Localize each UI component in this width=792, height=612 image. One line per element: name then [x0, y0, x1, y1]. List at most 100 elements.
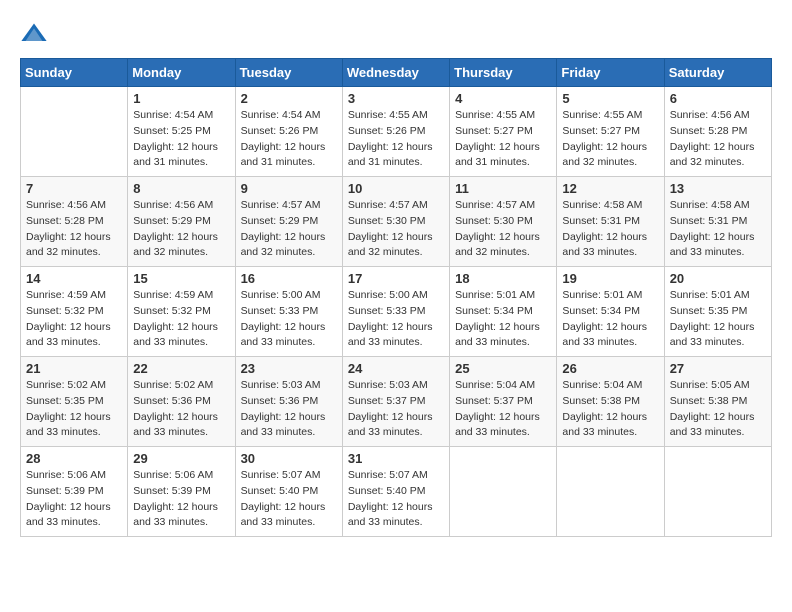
week-row-5: 28 Sunrise: 5:06 AM Sunset: 5:39 PM Dayli…	[21, 447, 772, 537]
day-number: 28	[26, 451, 122, 466]
week-row-3: 14Sunrise: 4:59 AM Sunset: 5:32 PM Dayli…	[21, 267, 772, 357]
day-info: Sunrise: 5:02 AM Sunset: 5:36 PM Dayligh…	[133, 378, 229, 441]
day-info: Sunrise: 5:04 AM Sunset: 5:38 PM Dayligh…	[562, 378, 658, 441]
calendar-cell	[557, 447, 664, 537]
day-header-tuesday: Tuesday	[235, 59, 342, 87]
week-row-2: 7 Sunrise: 4:56 AM Sunset: 5:28 PM Daylig…	[21, 177, 772, 267]
calendar-cell: 17Sunrise: 5:00 AM Sunset: 5:33 PM Dayli…	[342, 267, 449, 357]
day-info: Sunrise: 4:54 AM Sunset: 5:26 PM Dayligh…	[241, 108, 337, 171]
day-number: 6	[670, 91, 766, 106]
day-info: Sunrise: 4:55 AM Sunset: 5:26 PM Dayligh…	[348, 108, 444, 171]
calendar-cell: 22 Sunrise: 5:02 AM Sunset: 5:36 PM Dayli…	[128, 357, 235, 447]
calendar-cell: 1 Sunrise: 4:54 AM Sunset: 5:25 PM Daylig…	[128, 87, 235, 177]
calendar-cell: 9 Sunrise: 4:57 AM Sunset: 5:29 PM Daylig…	[235, 177, 342, 267]
day-number: 27	[670, 361, 766, 376]
day-number: 2	[241, 91, 337, 106]
day-number: 31	[348, 451, 444, 466]
day-number: 30	[241, 451, 337, 466]
week-row-4: 21Sunrise: 5:02 AM Sunset: 5:35 PM Dayli…	[21, 357, 772, 447]
day-number: 3	[348, 91, 444, 106]
calendar-cell: 30 Sunrise: 5:07 AM Sunset: 5:40 PM Dayli…	[235, 447, 342, 537]
calendar-cell: 7 Sunrise: 4:56 AM Sunset: 5:28 PM Daylig…	[21, 177, 128, 267]
calendar-cell: 25Sunrise: 5:04 AM Sunset: 5:37 PM Dayli…	[450, 357, 557, 447]
day-number: 4	[455, 91, 551, 106]
calendar-cell: 6 Sunrise: 4:56 AM Sunset: 5:28 PM Daylig…	[664, 87, 771, 177]
day-number: 5	[562, 91, 658, 106]
day-number: 11	[455, 181, 551, 196]
day-info: Sunrise: 4:55 AM Sunset: 5:27 PM Dayligh…	[562, 108, 658, 171]
day-info: Sunrise: 5:07 AM Sunset: 5:40 PM Dayligh…	[241, 468, 337, 531]
day-info: Sunrise: 4:56 AM Sunset: 5:29 PM Dayligh…	[133, 198, 229, 261]
day-header-thursday: Thursday	[450, 59, 557, 87]
day-number: 23	[241, 361, 337, 376]
days-header-row: SundayMondayTuesdayWednesdayThursdayFrid…	[21, 59, 772, 87]
calendar-cell: 2 Sunrise: 4:54 AM Sunset: 5:26 PM Daylig…	[235, 87, 342, 177]
day-info: Sunrise: 4:56 AM Sunset: 5:28 PM Dayligh…	[26, 198, 122, 261]
calendar-cell: 31Sunrise: 5:07 AM Sunset: 5:40 PM Dayli…	[342, 447, 449, 537]
calendar-cell: 10 Sunrise: 4:57 AM Sunset: 5:30 PM Dayli…	[342, 177, 449, 267]
day-header-friday: Friday	[557, 59, 664, 87]
calendar-cell: 13 Sunrise: 4:58 AM Sunset: 5:31 PM Dayli…	[664, 177, 771, 267]
day-number: 10	[348, 181, 444, 196]
day-number: 26	[562, 361, 658, 376]
day-number: 17	[348, 271, 444, 286]
day-info: Sunrise: 4:57 AM Sunset: 5:30 PM Dayligh…	[455, 198, 551, 261]
day-number: 24	[348, 361, 444, 376]
day-header-monday: Monday	[128, 59, 235, 87]
calendar-cell: 26 Sunrise: 5:04 AM Sunset: 5:38 PM Dayli…	[557, 357, 664, 447]
calendar-cell: 8Sunrise: 4:56 AM Sunset: 5:29 PM Daylig…	[128, 177, 235, 267]
day-info: Sunrise: 4:57 AM Sunset: 5:30 PM Dayligh…	[348, 198, 444, 261]
day-info: Sunrise: 5:04 AM Sunset: 5:37 PM Dayligh…	[455, 378, 551, 441]
calendar-cell: 15Sunrise: 4:59 AM Sunset: 5:32 PM Dayli…	[128, 267, 235, 357]
day-number: 12	[562, 181, 658, 196]
calendar-cell	[664, 447, 771, 537]
day-number: 9	[241, 181, 337, 196]
day-number: 20	[670, 271, 766, 286]
day-header-saturday: Saturday	[664, 59, 771, 87]
header	[20, 20, 772, 48]
day-info: Sunrise: 5:01 AM Sunset: 5:35 PM Dayligh…	[670, 288, 766, 351]
calendar-cell	[450, 447, 557, 537]
calendar-cell: 16 Sunrise: 5:00 AM Sunset: 5:33 PM Dayli…	[235, 267, 342, 357]
calendar-cell: 28 Sunrise: 5:06 AM Sunset: 5:39 PM Dayli…	[21, 447, 128, 537]
calendar-cell: 23 Sunrise: 5:03 AM Sunset: 5:36 PM Dayli…	[235, 357, 342, 447]
calendar-cell: 3 Sunrise: 4:55 AM Sunset: 5:26 PM Daylig…	[342, 87, 449, 177]
day-number: 13	[670, 181, 766, 196]
day-number: 21	[26, 361, 122, 376]
day-info: Sunrise: 5:01 AM Sunset: 5:34 PM Dayligh…	[455, 288, 551, 351]
day-info: Sunrise: 5:06 AM Sunset: 5:39 PM Dayligh…	[133, 468, 229, 531]
day-info: Sunrise: 5:06 AM Sunset: 5:39 PM Dayligh…	[26, 468, 122, 531]
day-info: Sunrise: 5:03 AM Sunset: 5:37 PM Dayligh…	[348, 378, 444, 441]
day-info: Sunrise: 4:54 AM Sunset: 5:25 PM Dayligh…	[133, 108, 229, 171]
day-header-sunday: Sunday	[21, 59, 128, 87]
calendar-cell: 19 Sunrise: 5:01 AM Sunset: 5:34 PM Dayli…	[557, 267, 664, 357]
day-number: 7	[26, 181, 122, 196]
calendar-cell: 24 Sunrise: 5:03 AM Sunset: 5:37 PM Dayli…	[342, 357, 449, 447]
day-info: Sunrise: 4:58 AM Sunset: 5:31 PM Dayligh…	[562, 198, 658, 261]
day-info: Sunrise: 4:56 AM Sunset: 5:28 PM Dayligh…	[670, 108, 766, 171]
day-info: Sunrise: 5:01 AM Sunset: 5:34 PM Dayligh…	[562, 288, 658, 351]
day-info: Sunrise: 4:55 AM Sunset: 5:27 PM Dayligh…	[455, 108, 551, 171]
day-number: 16	[241, 271, 337, 286]
day-header-wednesday: Wednesday	[342, 59, 449, 87]
calendar-cell: 20 Sunrise: 5:01 AM Sunset: 5:35 PM Dayli…	[664, 267, 771, 357]
day-info: Sunrise: 5:00 AM Sunset: 5:33 PM Dayligh…	[241, 288, 337, 351]
calendar-cell: 21Sunrise: 5:02 AM Sunset: 5:35 PM Dayli…	[21, 357, 128, 447]
day-info: Sunrise: 4:57 AM Sunset: 5:29 PM Dayligh…	[241, 198, 337, 261]
day-number: 19	[562, 271, 658, 286]
calendar-cell	[21, 87, 128, 177]
day-info: Sunrise: 5:03 AM Sunset: 5:36 PM Dayligh…	[241, 378, 337, 441]
logo-icon	[20, 20, 48, 48]
calendar-cell: 4 Sunrise: 4:55 AM Sunset: 5:27 PM Daylig…	[450, 87, 557, 177]
day-number: 18	[455, 271, 551, 286]
calendar-cell: 5 Sunrise: 4:55 AM Sunset: 5:27 PM Daylig…	[557, 87, 664, 177]
day-number: 29	[133, 451, 229, 466]
day-number: 22	[133, 361, 229, 376]
calendar-cell: 27Sunrise: 5:05 AM Sunset: 5:38 PM Dayli…	[664, 357, 771, 447]
calendar-cell: 12 Sunrise: 4:58 AM Sunset: 5:31 PM Dayli…	[557, 177, 664, 267]
calendar-table: SundayMondayTuesdayWednesdayThursdayFrid…	[20, 58, 772, 537]
day-info: Sunrise: 4:58 AM Sunset: 5:31 PM Dayligh…	[670, 198, 766, 261]
day-number: 14	[26, 271, 122, 286]
calendar-cell: 18 Sunrise: 5:01 AM Sunset: 5:34 PM Dayli…	[450, 267, 557, 357]
day-number: 1	[133, 91, 229, 106]
